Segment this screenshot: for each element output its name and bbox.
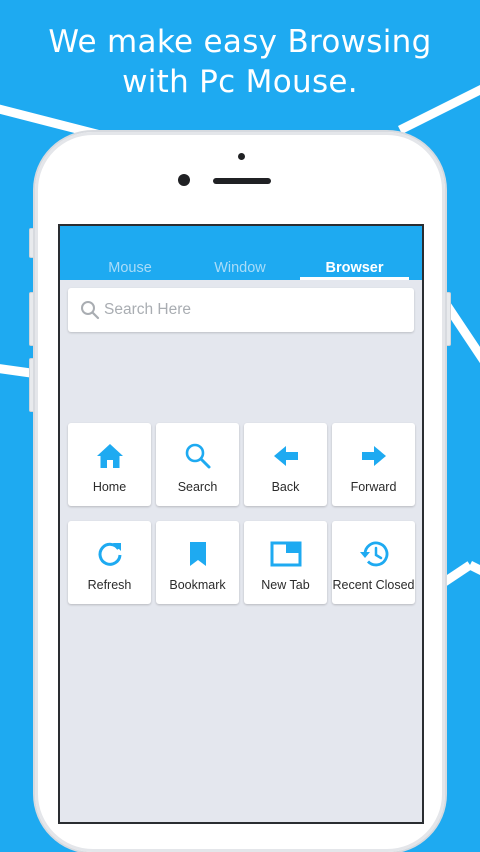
new-tab-icon	[270, 541, 301, 567]
tab-window[interactable]: Window	[180, 260, 300, 278]
arrow-right-icon	[361, 446, 386, 466]
search-icon	[185, 443, 210, 469]
phone-camera	[178, 174, 190, 186]
arrow-left-icon	[273, 446, 298, 466]
headline: We make easy Browsing with Pc Mouse.	[0, 22, 480, 102]
back-button[interactable]: Back	[244, 423, 327, 506]
bookmark-button[interactable]: Bookmark	[156, 521, 239, 604]
search-input[interactable]: Search Here	[68, 288, 414, 332]
refresh-label: Refresh	[87, 578, 132, 592]
home-icon	[96, 444, 123, 468]
tab-indicator	[300, 277, 409, 280]
home-button[interactable]: Home	[68, 423, 151, 506]
search-button[interactable]: Search	[156, 423, 239, 506]
home-label: Home	[92, 480, 127, 494]
bookmark-icon	[189, 542, 206, 566]
headline-line-1: We make easy Browsing	[48, 24, 432, 60]
tab-mouse[interactable]: Mouse	[70, 260, 190, 278]
new-tab-label: New Tab	[261, 578, 310, 592]
new-tab-button[interactable]: New Tab	[244, 521, 327, 604]
history-icon	[359, 541, 388, 567]
tab-browser[interactable]: Browser	[300, 260, 409, 278]
recent-closed-label: Recent Closed	[332, 578, 415, 592]
app-screen: Mouse Window Browser Search Here Home Se…	[58, 224, 424, 824]
refresh-button[interactable]: Refresh	[68, 521, 151, 604]
search-label: Search	[177, 480, 218, 494]
refresh-icon	[98, 542, 121, 566]
search-icon	[81, 301, 100, 320]
forward-button[interactable]: Forward	[332, 423, 415, 506]
recent-closed-button[interactable]: Recent Closed	[332, 521, 415, 604]
phone-speaker	[213, 178, 271, 184]
headline-line-2: with Pc Mouse.	[122, 64, 358, 100]
phone-sensor	[238, 153, 245, 160]
tab-bar: Mouse Window Browser	[60, 226, 422, 280]
back-label: Back	[271, 480, 300, 494]
search-placeholder: Search Here	[104, 301, 192, 318]
forward-label: Forward	[350, 480, 397, 494]
bookmark-label: Bookmark	[169, 578, 226, 592]
